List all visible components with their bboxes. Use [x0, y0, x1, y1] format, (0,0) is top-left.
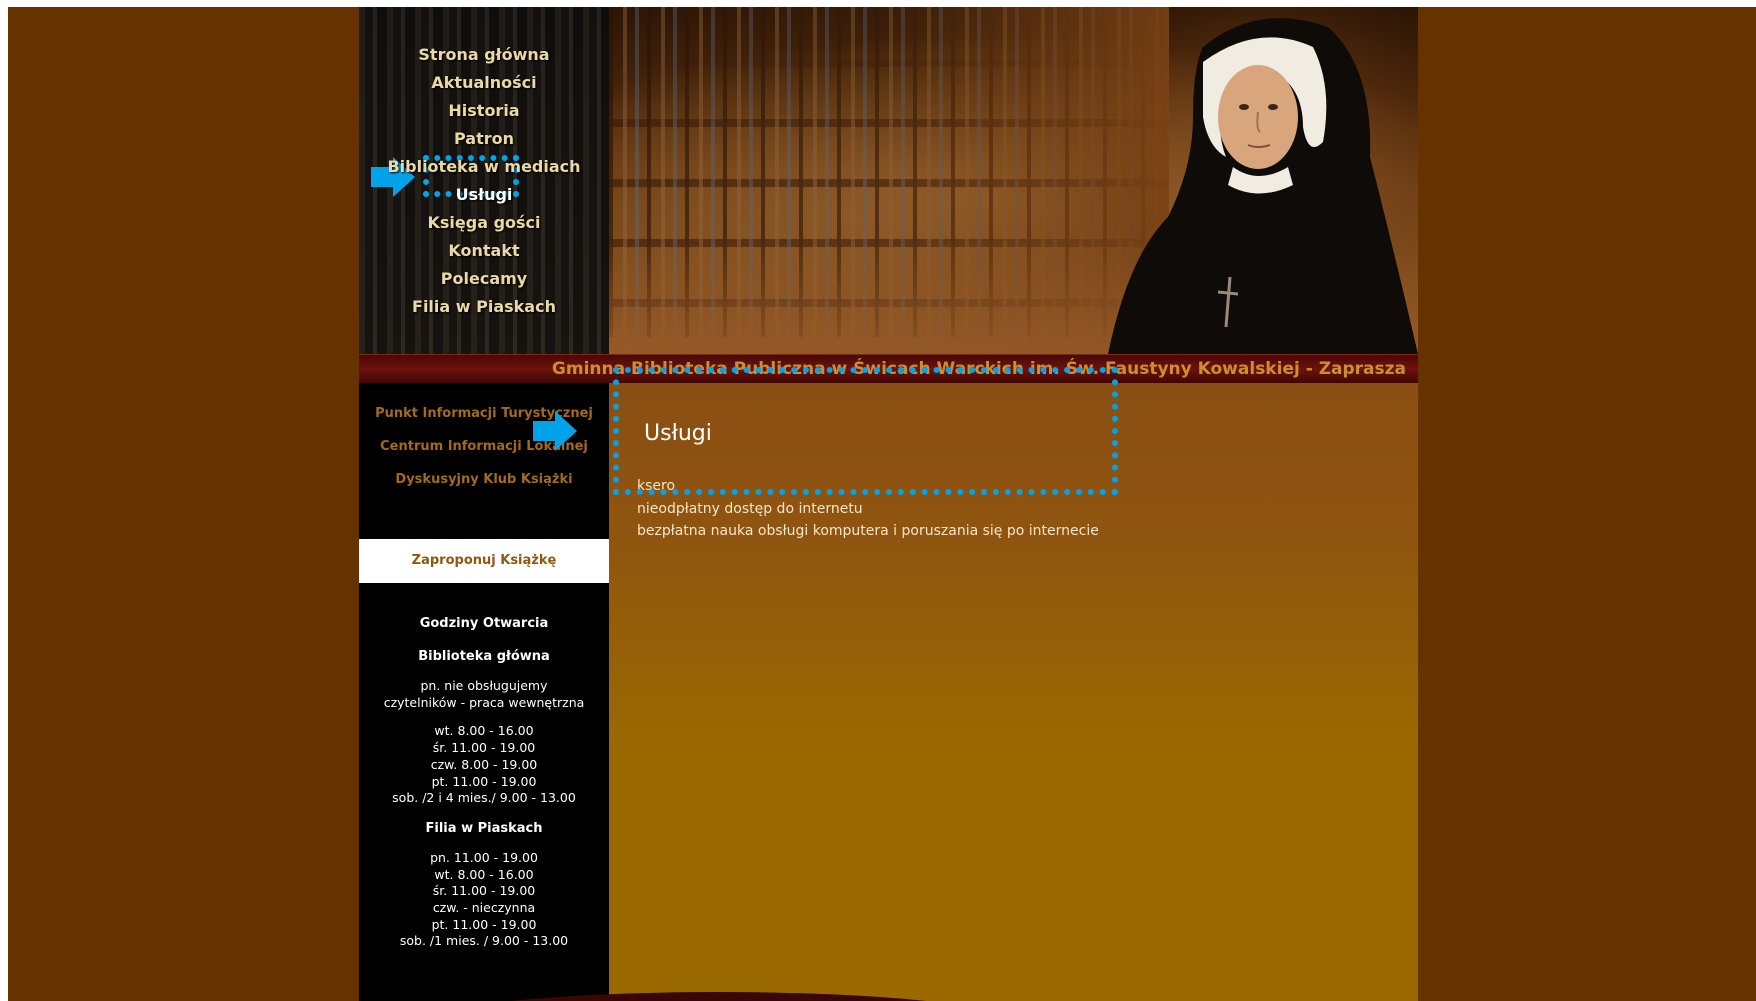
hours-line: śr. 11.00 - 19.00	[432, 740, 536, 756]
hours-line: wt. 8.00 - 16.00	[434, 723, 534, 739]
list-item: nieodpłatny dostęp do internetu	[637, 500, 863, 517]
hours-line: wt. 8.00 - 16.00	[434, 866, 534, 882]
opening-hours-title: Godziny Otwarcia	[419, 616, 549, 631]
nav-item-patron[interactable]: Patron	[359, 125, 609, 153]
opening-hours: Godziny Otwarcia Biblioteka główna pn. n…	[359, 615, 609, 950]
patron-portrait-image	[1108, 7, 1418, 354]
nav-item-kontakt[interactable]: Kontakt	[359, 237, 609, 265]
sidebar-links: Punkt Informacji Turystycznej Centrum In…	[359, 397, 609, 496]
hours-line: śr. 11.00 - 19.00	[432, 883, 536, 899]
suggest-book-button[interactable]: Zaproponuj Książkę	[359, 539, 609, 583]
hours-line: sob. /2 i 4 mies./ 9.00 - 13.00	[392, 790, 576, 806]
nav-item-strona-glowna[interactable]: Strona główna	[359, 41, 609, 69]
site-container: Strona główna Aktualności Historia Patro…	[359, 7, 1418, 1001]
main-library-note: czytelników - praca wewnętrzna	[383, 694, 585, 710]
nav-item-historia[interactable]: Historia	[359, 97, 609, 125]
nav-item-ksiega-gosci[interactable]: Księga gości	[359, 209, 609, 237]
branch-title: Filia w Piaskach	[425, 820, 543, 836]
hours-line: pt. 11.00 - 19.00	[431, 916, 537, 932]
main-nav: Strona główna Aktualności Historia Patro…	[359, 41, 609, 321]
sidebar-link-local-info[interactable]: Centrum Informacji Lokalnej	[359, 430, 609, 463]
nav-item-uslugi[interactable]: Usługi	[359, 181, 609, 209]
sidebar-link-tourist-info[interactable]: Punkt Informacji Turystycznej	[359, 397, 609, 430]
main-content: Usługi ksero nieodpłatny dostęp do inter…	[609, 383, 1418, 1001]
services-list: ksero nieodpłatny dostęp do internetu be…	[637, 475, 1099, 543]
hours-line: czw. 8.00 - 19.00	[430, 756, 538, 772]
nav-item-aktualnosci[interactable]: Aktualności	[359, 69, 609, 97]
main-library-title: Biblioteka główna	[418, 649, 550, 664]
hours-line: pt. 11.00 - 19.00	[431, 773, 537, 789]
page-title: Usługi	[644, 421, 712, 446]
hours-line: sob. /1 mies. / 9.00 - 13.00	[399, 933, 569, 949]
page-frame: Strona główna Aktualności Historia Patro…	[8, 7, 1756, 1001]
nav-item-filia-w-piaskach[interactable]: Filia w Piaskach	[359, 293, 609, 321]
hours-line: czw. - nieczynna	[432, 900, 536, 916]
library-title-bar: Gminna Biblioteka Publiczna w Świcach Wa…	[359, 354, 1418, 384]
hours-line: pn. 11.00 - 19.00	[430, 849, 538, 865]
sidebar-link-book-club[interactable]: Dyskusyjny Klub Książki	[359, 463, 609, 496]
list-item: bezpłatna nauka obsługi komputera i poru…	[637, 523, 1099, 539]
list-item: ksero	[637, 478, 676, 494]
library-title: Gminna Biblioteka Publiczna w Świcach Wa…	[551, 359, 1406, 379]
nav-item-biblioteka-w-mediach[interactable]: Biblioteka w mediach	[359, 153, 609, 181]
left-sidebar: Punkt Informacji Turystycznej Centrum In…	[359, 383, 609, 1001]
nav-item-polecamy[interactable]: Polecamy	[359, 265, 609, 293]
header-banner: Strona główna Aktualności Historia Patro…	[359, 7, 1418, 354]
main-library-note: pn. nie obsługujemy	[420, 678, 548, 693]
